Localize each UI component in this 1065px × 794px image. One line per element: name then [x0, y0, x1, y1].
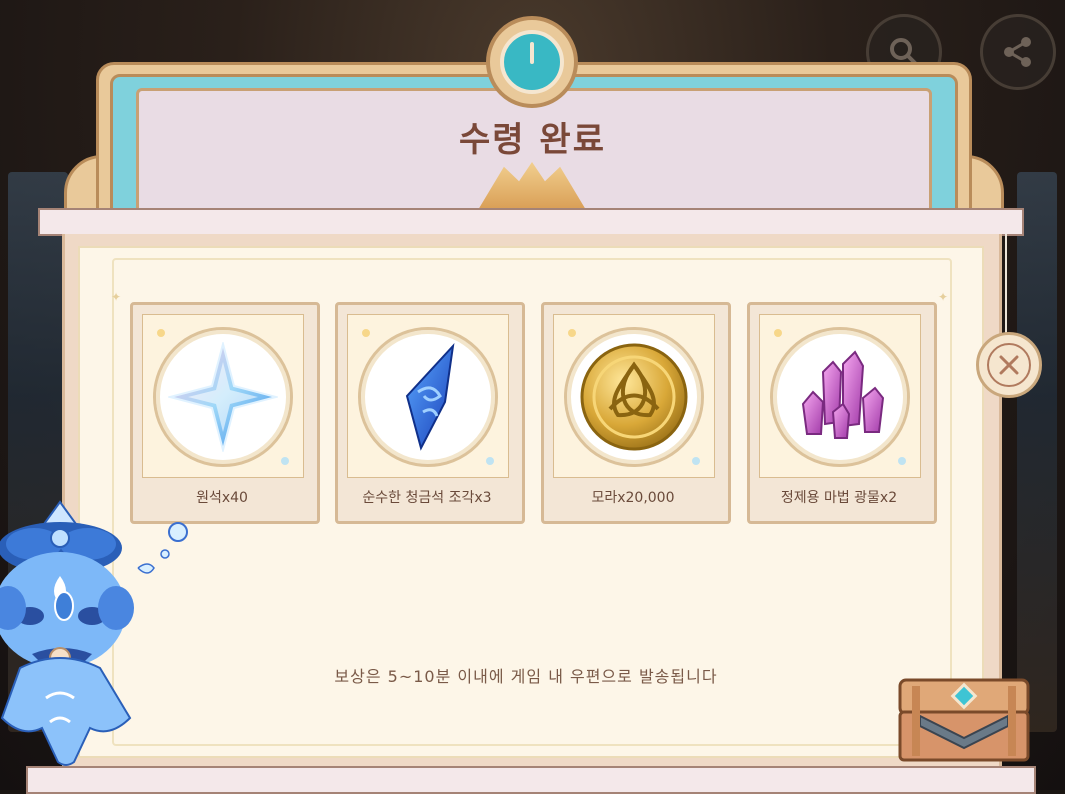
- close-button[interactable]: [976, 332, 1042, 398]
- mystic-enhancement-ore-icon: [801, 350, 885, 439]
- pure-azurite-fragment-icon: [405, 342, 455, 451]
- reward-item-frame: [564, 327, 704, 467]
- background-right-window: [1017, 172, 1057, 732]
- close-cord: [1005, 234, 1007, 334]
- reward-card: 원석x40: [130, 302, 320, 524]
- close-icon: [999, 355, 1019, 375]
- clock-emblem: [486, 16, 578, 108]
- mora-coin-icon: [580, 343, 688, 451]
- reward-item-frame: [358, 327, 498, 467]
- share-icon: [1004, 37, 1031, 67]
- share-button[interactable]: [980, 14, 1056, 90]
- reward-card: 모라x20,000: [541, 302, 731, 524]
- top-rail: [38, 208, 1024, 236]
- reward-label: 모라x20,000: [591, 490, 675, 506]
- clock-icon: [500, 30, 564, 94]
- reward-label: 정제용 마법 광물x2: [780, 490, 898, 506]
- treasure-chest-icon: [898, 678, 1030, 762]
- sparkle-icon: ✦: [111, 290, 122, 304]
- reward-card: 정제용 마법 광물x2: [747, 302, 937, 524]
- reward-label: 순수한 청금석 조각x3: [362, 490, 492, 506]
- paimon-mascot: [0, 500, 188, 766]
- primogem-icon: [168, 342, 278, 452]
- dialog-title: 수령 완료: [459, 120, 606, 160]
- reward-card: 순수한 청금석 조각x3: [335, 302, 525, 524]
- reward-item-frame: [153, 327, 293, 467]
- reward-item-frame: [770, 327, 910, 467]
- sparkle-icon: ✦: [938, 290, 949, 304]
